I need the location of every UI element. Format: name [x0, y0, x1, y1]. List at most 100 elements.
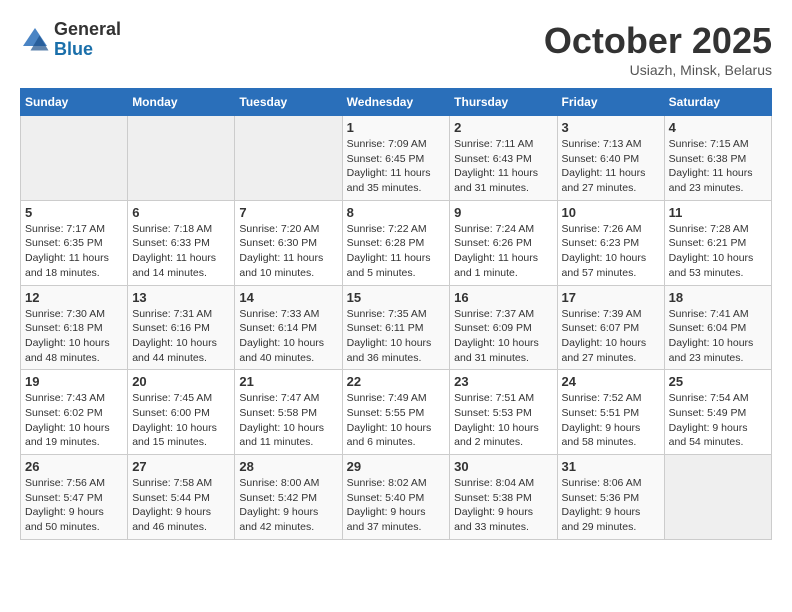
calendar-cell: 23Sunrise: 7:51 AM Sunset: 5:53 PM Dayli…	[450, 370, 557, 455]
calendar-cell: 6 Sunrise: 7:18 AM Sunset: 6:33 PM Daylig…	[128, 200, 235, 285]
calendar-cell	[21, 116, 128, 201]
day-info: Sunrise: 7:28 AM Sunset: 6:21 PM Dayligh…	[669, 222, 767, 281]
day-number: 6	[132, 205, 230, 220]
calendar-table: SundayMondayTuesdayWednesdayThursdayFrid…	[20, 88, 772, 540]
day-info: Sunrise: 7:24 AM Sunset: 6:26 PM Dayligh…	[454, 222, 552, 281]
weekday-header-row: SundayMondayTuesdayWednesdayThursdayFrid…	[21, 89, 772, 116]
calendar-header: SundayMondayTuesdayWednesdayThursdayFrid…	[21, 89, 772, 116]
day-info: Sunrise: 7:13 AM Sunset: 6:40 PM Dayligh…	[562, 137, 660, 196]
calendar-cell: 22Sunrise: 7:49 AM Sunset: 5:55 PM Dayli…	[342, 370, 450, 455]
day-number: 3	[562, 120, 660, 135]
day-number: 5	[25, 205, 123, 220]
day-number: 7	[239, 205, 337, 220]
month-title: October 2025	[544, 20, 772, 62]
calendar-cell	[128, 116, 235, 201]
calendar-cell: 30 Sunrise: 8:04 AM Sunset: 5:38 PM Dayli…	[450, 455, 557, 540]
day-info: Sunrise: 7:58 AM Sunset: 5:44 PM Dayligh…	[132, 476, 230, 535]
calendar-cell: 18Sunrise: 7:41 AM Sunset: 6:04 PM Dayli…	[664, 285, 771, 370]
day-info: Sunrise: 7:17 AM Sunset: 6:35 PM Dayligh…	[25, 222, 123, 281]
logo-icon	[20, 25, 50, 55]
day-info: Sunrise: 8:02 AM Sunset: 5:40 PM Dayligh…	[347, 476, 446, 535]
day-number: 18	[669, 290, 767, 305]
calendar-cell: 31 Sunrise: 8:06 AM Sunset: 5:36 PM Dayli…	[557, 455, 664, 540]
calendar-cell: 19 Sunrise: 7:43 AM Sunset: 6:02 PM Dayli…	[21, 370, 128, 455]
calendar-cell: 8Sunrise: 7:22 AM Sunset: 6:28 PM Daylig…	[342, 200, 450, 285]
calendar-cell: 9 Sunrise: 7:24 AM Sunset: 6:26 PM Daylig…	[450, 200, 557, 285]
day-number: 26	[25, 459, 123, 474]
day-number: 2	[454, 120, 552, 135]
day-info: Sunrise: 8:06 AM Sunset: 5:36 PM Dayligh…	[562, 476, 660, 535]
calendar-cell: 24 Sunrise: 7:52 AM Sunset: 5:51 PM Dayli…	[557, 370, 664, 455]
day-info: Sunrise: 8:04 AM Sunset: 5:38 PM Dayligh…	[454, 476, 552, 535]
calendar-body: 1Sunrise: 7:09 AM Sunset: 6:45 PM Daylig…	[21, 116, 772, 540]
weekday-header-friday: Friday	[557, 89, 664, 116]
calendar-cell: 2 Sunrise: 7:11 AM Sunset: 6:43 PM Daylig…	[450, 116, 557, 201]
calendar-cell: 1Sunrise: 7:09 AM Sunset: 6:45 PM Daylig…	[342, 116, 450, 201]
day-info: Sunrise: 7:11 AM Sunset: 6:43 PM Dayligh…	[454, 137, 552, 196]
day-number: 11	[669, 205, 767, 220]
calendar-cell: 3 Sunrise: 7:13 AM Sunset: 6:40 PM Daylig…	[557, 116, 664, 201]
day-number: 17	[562, 290, 660, 305]
day-number: 30	[454, 459, 552, 474]
day-info: Sunrise: 7:47 AM Sunset: 5:58 PM Dayligh…	[239, 391, 337, 450]
day-number: 16	[454, 290, 552, 305]
calendar-week-1: 1Sunrise: 7:09 AM Sunset: 6:45 PM Daylig…	[21, 116, 772, 201]
day-number: 19	[25, 374, 123, 389]
day-info: Sunrise: 7:26 AM Sunset: 6:23 PM Dayligh…	[562, 222, 660, 281]
calendar-cell: 7 Sunrise: 7:20 AM Sunset: 6:30 PM Daylig…	[235, 200, 342, 285]
day-number: 31	[562, 459, 660, 474]
day-number: 14	[239, 290, 337, 305]
weekday-header-thursday: Thursday	[450, 89, 557, 116]
calendar-cell: 16 Sunrise: 7:37 AM Sunset: 6:09 PM Dayli…	[450, 285, 557, 370]
day-info: Sunrise: 7:45 AM Sunset: 6:00 PM Dayligh…	[132, 391, 230, 450]
day-info: Sunrise: 7:49 AM Sunset: 5:55 PM Dayligh…	[347, 391, 446, 450]
calendar-cell: 10 Sunrise: 7:26 AM Sunset: 6:23 PM Dayli…	[557, 200, 664, 285]
day-number: 15	[347, 290, 446, 305]
day-info: Sunrise: 7:20 AM Sunset: 6:30 PM Dayligh…	[239, 222, 337, 281]
calendar-week-5: 26 Sunrise: 7:56 AM Sunset: 5:47 PM Dayli…	[21, 455, 772, 540]
weekday-header-wednesday: Wednesday	[342, 89, 450, 116]
day-info: Sunrise: 7:51 AM Sunset: 5:53 PM Dayligh…	[454, 391, 552, 450]
weekday-header-saturday: Saturday	[664, 89, 771, 116]
calendar-cell: 4 Sunrise: 7:15 AM Sunset: 6:38 PM Daylig…	[664, 116, 771, 201]
calendar-cell	[235, 116, 342, 201]
weekday-header-sunday: Sunday	[21, 89, 128, 116]
day-info: Sunrise: 7:39 AM Sunset: 6:07 PM Dayligh…	[562, 307, 660, 366]
day-number: 10	[562, 205, 660, 220]
day-info: Sunrise: 7:37 AM Sunset: 6:09 PM Dayligh…	[454, 307, 552, 366]
calendar-cell: 27 Sunrise: 7:58 AM Sunset: 5:44 PM Dayli…	[128, 455, 235, 540]
day-number: 24	[562, 374, 660, 389]
day-info: Sunrise: 7:52 AM Sunset: 5:51 PM Dayligh…	[562, 391, 660, 450]
title-area: October 2025 Usiazh, Minsk, Belarus	[544, 20, 772, 78]
day-info: Sunrise: 7:56 AM Sunset: 5:47 PM Dayligh…	[25, 476, 123, 535]
day-number: 21	[239, 374, 337, 389]
calendar-cell	[664, 455, 771, 540]
calendar-cell: 5 Sunrise: 7:17 AM Sunset: 6:35 PM Daylig…	[21, 200, 128, 285]
day-info: Sunrise: 8:00 AM Sunset: 5:42 PM Dayligh…	[239, 476, 337, 535]
location-text: Usiazh, Minsk, Belarus	[544, 62, 772, 78]
day-info: Sunrise: 7:15 AM Sunset: 6:38 PM Dayligh…	[669, 137, 767, 196]
day-info: Sunrise: 7:35 AM Sunset: 6:11 PM Dayligh…	[347, 307, 446, 366]
calendar-cell: 15 Sunrise: 7:35 AM Sunset: 6:11 PM Dayli…	[342, 285, 450, 370]
day-number: 29	[347, 459, 446, 474]
calendar-cell: 12Sunrise: 7:30 AM Sunset: 6:18 PM Dayli…	[21, 285, 128, 370]
day-number: 9	[454, 205, 552, 220]
day-number: 4	[669, 120, 767, 135]
calendar-cell: 26 Sunrise: 7:56 AM Sunset: 5:47 PM Dayli…	[21, 455, 128, 540]
day-info: Sunrise: 7:54 AM Sunset: 5:49 PM Dayligh…	[669, 391, 767, 450]
logo-general-text: General	[54, 20, 121, 40]
day-number: 8	[347, 205, 446, 220]
day-number: 27	[132, 459, 230, 474]
calendar-week-4: 19 Sunrise: 7:43 AM Sunset: 6:02 PM Dayli…	[21, 370, 772, 455]
calendar-cell: 11 Sunrise: 7:28 AM Sunset: 6:21 PM Dayli…	[664, 200, 771, 285]
logo-blue-text: Blue	[54, 40, 121, 60]
weekday-header-monday: Monday	[128, 89, 235, 116]
day-number: 25	[669, 374, 767, 389]
calendar-cell: 20Sunrise: 7:45 AM Sunset: 6:00 PM Dayli…	[128, 370, 235, 455]
calendar-week-2: 5 Sunrise: 7:17 AM Sunset: 6:35 PM Daylig…	[21, 200, 772, 285]
day-info: Sunrise: 7:18 AM Sunset: 6:33 PM Dayligh…	[132, 222, 230, 281]
day-number: 1	[347, 120, 446, 135]
day-info: Sunrise: 7:43 AM Sunset: 6:02 PM Dayligh…	[25, 391, 123, 450]
calendar-cell: 25 Sunrise: 7:54 AM Sunset: 5:49 PM Dayli…	[664, 370, 771, 455]
day-info: Sunrise: 7:30 AM Sunset: 6:18 PM Dayligh…	[25, 307, 123, 366]
